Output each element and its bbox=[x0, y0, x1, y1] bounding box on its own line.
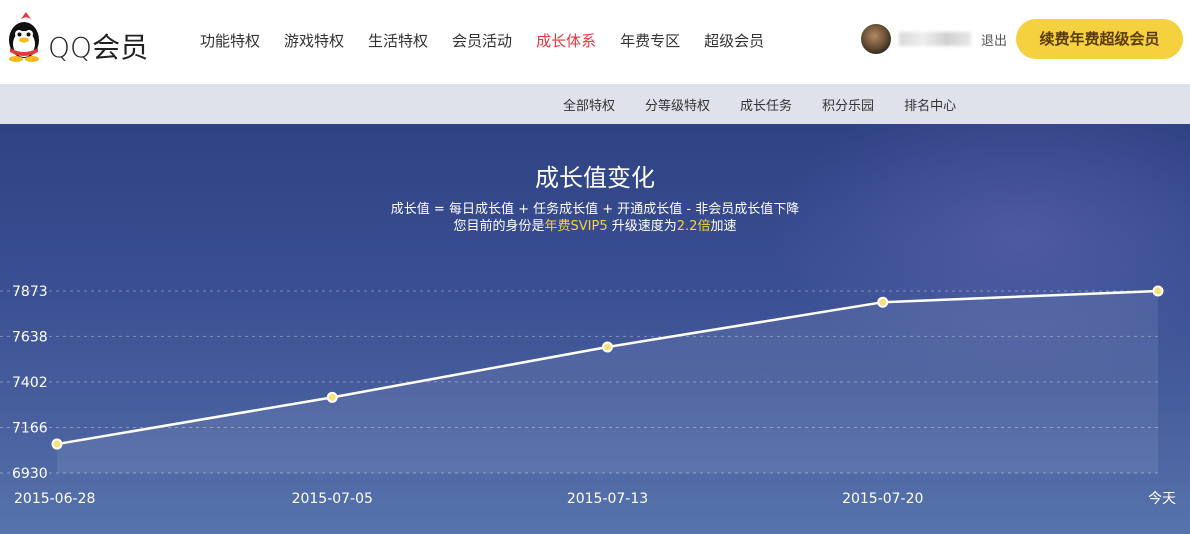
user-area: 退出 bbox=[861, 24, 1007, 54]
subnav-level-privileges[interactable]: 分等级特权 bbox=[645, 95, 710, 114]
x-tick-label-4: 今天 bbox=[1148, 491, 1176, 507]
subnav-growth-tasks[interactable]: 成长任务 bbox=[740, 95, 792, 114]
subnav-ranking-center[interactable]: 排名中心 bbox=[904, 95, 956, 114]
data-point-2 bbox=[602, 341, 613, 353]
logout-link[interactable]: 退出 bbox=[981, 30, 1007, 49]
nav-item-activities[interactable]: 会员活动 bbox=[452, 30, 512, 51]
top-bar: QQ会员 功能特权 游戏特权 生活特权 会员活动 成长体系 年费专区 超级会员 … bbox=[0, 0, 1190, 84]
x-tick-label-2: 2015-07-13 bbox=[567, 491, 648, 507]
nav-item-features[interactable]: 功能特权 bbox=[200, 30, 260, 51]
y-tick-label-2: 7402 bbox=[12, 375, 48, 391]
x-tick-label-0: 2015-06-28 bbox=[14, 491, 95, 507]
nav-item-life[interactable]: 生活特权 bbox=[368, 30, 428, 51]
y-tick-label-4: 7873 bbox=[12, 284, 48, 300]
data-point-1 bbox=[326, 391, 338, 403]
x-tick-label-3: 2015-07-20 bbox=[842, 491, 923, 507]
x-tick-label-1: 2015-07-05 bbox=[292, 491, 373, 507]
data-point-4 bbox=[1152, 285, 1164, 297]
main-nav: 功能特权 游戏特权 生活特权 会员活动 成长体系 年费专区 超级会员 bbox=[200, 30, 788, 51]
nav-item-growth[interactable]: 成长体系 bbox=[536, 30, 596, 51]
data-point-0 bbox=[51, 438, 63, 450]
penguin-icon bbox=[9, 12, 39, 62]
subnav-points-park[interactable]: 积分乐园 bbox=[822, 95, 874, 114]
data-point-3 bbox=[877, 296, 889, 308]
nav-item-games[interactable]: 游戏特权 bbox=[284, 30, 344, 51]
y-tick-label-0: 6930 bbox=[12, 466, 48, 482]
nav-item-super-vip[interactable]: 超级会员 bbox=[704, 30, 764, 51]
nav-item-annual[interactable]: 年费专区 bbox=[620, 30, 680, 51]
username-blurred bbox=[899, 32, 971, 46]
growth-chart: 6930 7166 7402 7638 7873 2015-06-28 2015-07-05… bbox=[0, 284, 1176, 507]
series-area bbox=[57, 291, 1158, 473]
avatar[interactable] bbox=[861, 24, 891, 54]
y-tick-label-1: 7166 bbox=[12, 420, 48, 436]
y-tick-label-3: 7638 bbox=[12, 329, 48, 345]
qq-logo[interactable]: QQ会员 bbox=[4, 10, 154, 70]
subnav-all-privileges[interactable]: 全部特权 bbox=[563, 95, 615, 114]
renew-annual-super-vip-button[interactable]: 续费年费超级会员 bbox=[1016, 19, 1183, 59]
brand-name: QQ会员 bbox=[48, 31, 149, 64]
sub-nav: 全部特权 分等级特权 成长任务 积分乐园 排名中心 bbox=[0, 84, 1190, 124]
